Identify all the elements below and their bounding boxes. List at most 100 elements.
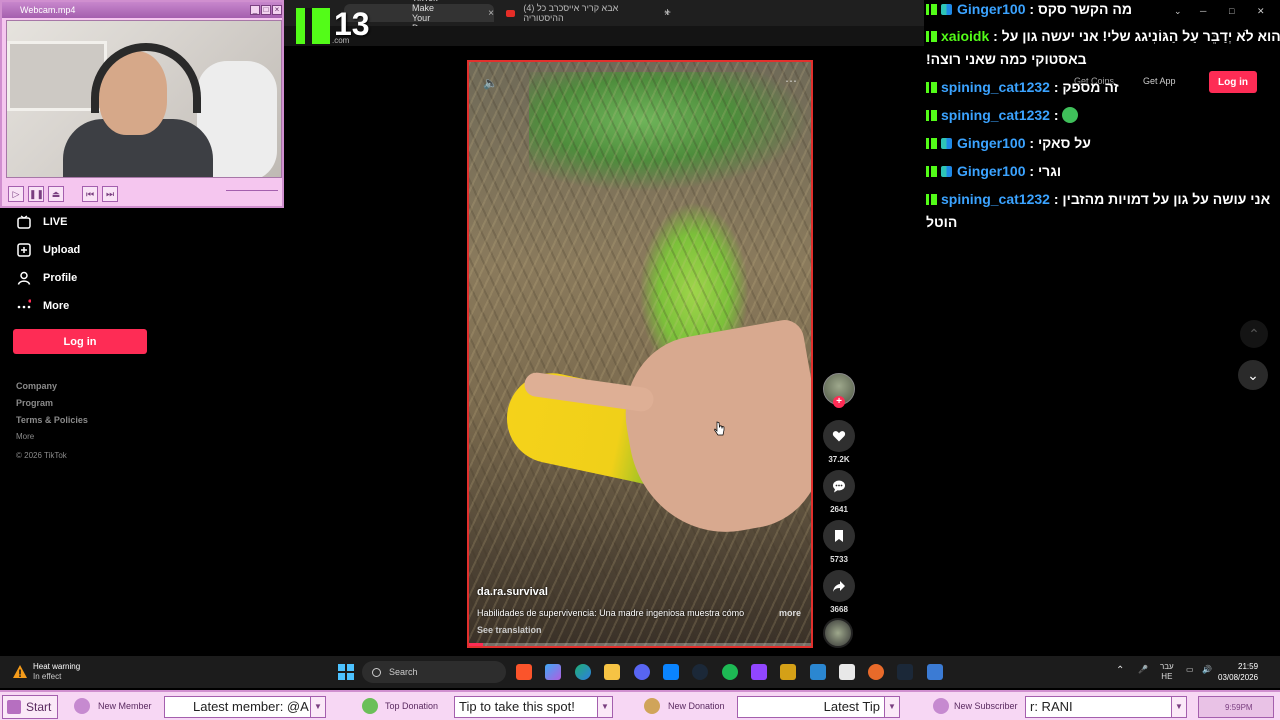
upload-plus-icon — [16, 242, 32, 258]
follow-plus-icon[interactable]: + — [833, 396, 845, 408]
footer-link-program[interactable]: Program — [16, 398, 53, 408]
chat-text: זה מספק — [1062, 79, 1119, 95]
volume-slider[interactable] — [226, 190, 278, 196]
weather-widget[interactable]: Heat warning In effect — [12, 662, 80, 682]
burst-app-icon[interactable] — [868, 664, 884, 680]
chat-username: spining_cat1232 — [941, 79, 1050, 95]
language-indicator[interactable]: עבר HE — [1160, 662, 1174, 682]
play-icon[interactable]: ▷ — [8, 186, 24, 202]
share-button[interactable] — [823, 570, 855, 602]
new-donation-icon — [644, 698, 660, 714]
spotify-icon[interactable] — [722, 664, 738, 680]
footer-link-company[interactable]: Company — [16, 381, 57, 391]
chevron-down-icon[interactable]: ▼ — [1171, 696, 1187, 718]
previous-video-button[interactable]: ⌃ — [1240, 320, 1268, 348]
comment-icon — [833, 480, 845, 493]
bookmark-button[interactable] — [823, 520, 855, 552]
sidebar-item-label: LIVE — [43, 216, 68, 228]
close-icon[interactable]: × — [488, 8, 494, 19]
new-tab-button[interactable]: + — [664, 5, 671, 19]
chat-message: spining_cat1232 : זה מספק — [926, 77, 1276, 97]
next-icon[interactable]: ⏭ — [102, 186, 118, 202]
copilot-icon[interactable] — [545, 664, 561, 680]
chevron-down-icon[interactable]: ▼ — [884, 696, 900, 718]
file-explorer-icon[interactable] — [604, 664, 620, 680]
tab-youtube[interactable]: (4) אבא קריר אייסכרב כל ההיסטוריה × — [500, 3, 670, 23]
minimize-icon[interactable]: _ — [250, 5, 260, 15]
language-top: עבר — [1160, 662, 1174, 671]
edge-icon[interactable] — [575, 664, 591, 680]
video-progress-bar[interactable] — [469, 643, 811, 646]
emoji-icon — [1062, 107, 1079, 123]
video-username[interactable]: da.ra.survival — [477, 586, 548, 598]
clock-date: 03/08/2026 — [1218, 673, 1259, 682]
store-icon[interactable] — [663, 664, 679, 680]
share-count: 3668 — [830, 605, 848, 614]
monitor-icon[interactable]: ▭ — [1186, 665, 1194, 674]
taskbar-search[interactable]: Search — [362, 661, 506, 683]
search-icon — [372, 667, 381, 677]
notepad-icon[interactable] — [839, 664, 855, 680]
tab-label: (4) אבא קריר אייסכרב כל ההיסטוריה — [523, 3, 619, 23]
webcam-title-bar[interactable]: Webcam.mp4 _ □ × — [2, 2, 282, 18]
kick-badge-icon — [926, 4, 937, 15]
music-disc-icon[interactable] — [823, 618, 853, 648]
brave-icon[interactable] — [516, 664, 532, 680]
sidebar-item-more[interactable]: More — [16, 296, 69, 316]
login-button[interactable]: Log in — [13, 329, 147, 354]
more-options-icon[interactable]: ⋯ — [785, 74, 797, 88]
game-icon[interactable] — [780, 664, 796, 680]
volume-icon[interactable]: 🔈 — [483, 76, 498, 90]
maximize-icon[interactable]: □ — [261, 5, 271, 15]
start-button[interactable]: Start — [2, 695, 58, 719]
kick-domain: .com — [332, 36, 350, 45]
video-player[interactable]: 🔈 ⋯ da.ra.survival Habilidades de superv… — [467, 60, 813, 648]
sidebar-item-upload[interactable]: Upload — [16, 240, 80, 260]
next-video-button[interactable]: ⌄ — [1238, 360, 1268, 390]
subscriber-icon — [933, 698, 949, 714]
tray-overflow-icon[interactable]: ⌃ — [1116, 665, 1124, 676]
microphone-icon[interactable]: 🎤 — [1138, 665, 1148, 674]
app-icon[interactable] — [927, 664, 943, 680]
sidebar-item-profile[interactable]: Profile — [16, 268, 77, 288]
like-count: 37.2K — [828, 455, 850, 464]
see-translation-link[interactable]: See translation — [477, 625, 542, 635]
youtube-icon — [506, 9, 516, 17]
kick-badge-icon — [926, 31, 937, 42]
taskbar-clock[interactable]: 21:59 03/08/2026 — [1218, 661, 1258, 683]
webcam-video — [6, 20, 282, 178]
eject-icon[interactable]: ⏏ — [48, 186, 64, 202]
chat-separator: : — [989, 28, 1002, 44]
windows-start-icon[interactable] — [338, 664, 354, 680]
chevron-down-icon[interactable]: ▼ — [597, 696, 613, 718]
mouse-cursor-icon — [714, 421, 726, 440]
description-more-link[interactable]: more — [779, 608, 801, 618]
like-button[interactable] — [823, 420, 855, 452]
previous-icon[interactable]: ⏮ — [82, 186, 98, 202]
sidebar-item-label: Upload — [43, 244, 81, 256]
steam-window-icon[interactable] — [897, 664, 913, 680]
steam-icon[interactable] — [692, 664, 708, 680]
chat-separator: : — [1049, 107, 1063, 123]
vscode-icon[interactable] — [810, 664, 826, 680]
close-icon[interactable]: × — [272, 5, 282, 15]
bookmark-count: 5733 — [830, 555, 848, 564]
chat-message: Ginger100 : וגרי — [926, 161, 1276, 181]
sidebar-item-label: More — [43, 300, 70, 312]
footer-link-terms[interactable]: Terms & Policies — [16, 415, 88, 425]
footer-more-link[interactable]: More — [16, 432, 34, 441]
webcam-window: Webcam.mp4 _ □ × ▷ ❚❚ ⏏ ⏮ ⏭ — [0, 0, 284, 208]
pause-icon[interactable]: ❚❚ — [28, 186, 44, 202]
gift-badge-icon — [941, 4, 952, 15]
volume-icon[interactable]: 🔊 — [1202, 665, 1212, 674]
chat-username: spining_cat1232 — [941, 107, 1050, 123]
chevron-down-icon[interactable]: ▼ — [310, 696, 326, 718]
discord-icon[interactable] — [634, 664, 650, 680]
chat-text: !באסטוקי כמה שאני רוצה — [926, 51, 1087, 67]
comment-button[interactable] — [823, 470, 855, 502]
windows-taskbar: Heat warning In effect Search ⌃ 🎤 עבר HE… — [0, 656, 1280, 688]
sidebar-item-live[interactable]: LIVE — [16, 212, 67, 232]
twitch-icon[interactable] — [751, 664, 767, 680]
share-icon — [833, 581, 845, 592]
headset — [91, 43, 201, 113]
